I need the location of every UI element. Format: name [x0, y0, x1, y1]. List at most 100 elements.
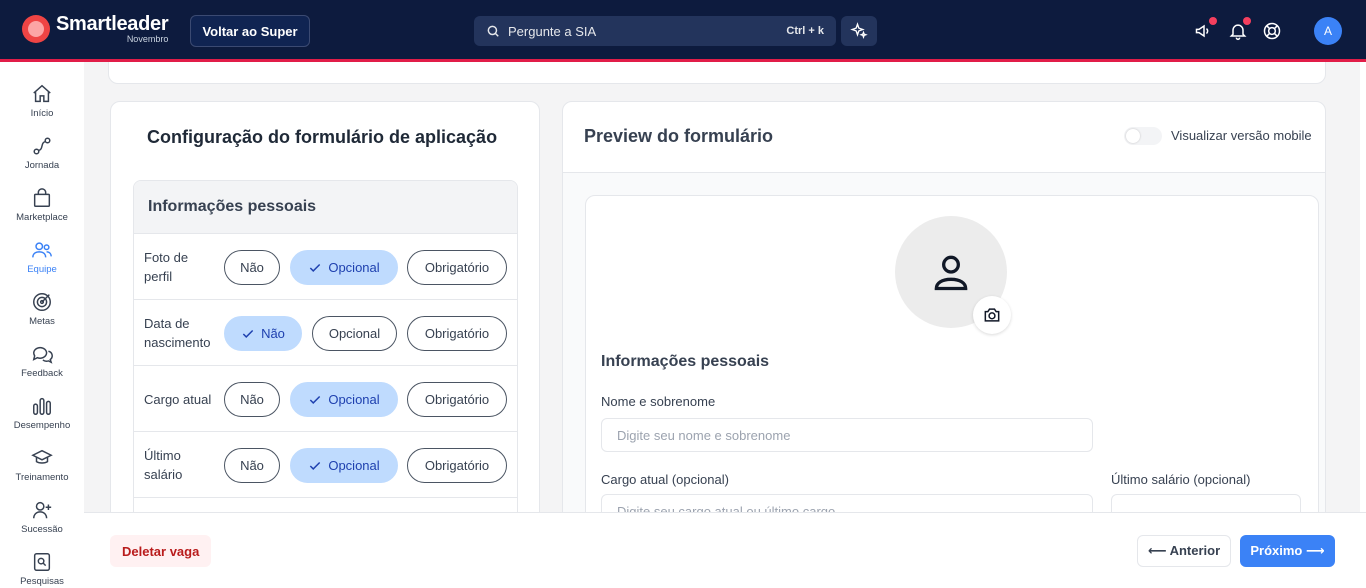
team-icon: [30, 238, 54, 262]
sidebar-item-label: Metas: [29, 316, 55, 327]
help-button[interactable]: [1260, 19, 1284, 43]
field-label: Foto de perfil: [144, 250, 189, 284]
search-placeholder: Pergunte a SIA: [508, 23, 597, 39]
option-nao-button[interactable]: Não: [224, 448, 280, 483]
form-preview-panel: Preview do formulário Visualizar versão …: [562, 101, 1326, 512]
sidebar-item-label: Sucessão: [21, 524, 63, 535]
salary-label: Último salário (opcional): [1111, 472, 1251, 487]
field-label: Cargo atual: [144, 391, 212, 407]
option-opcional-button[interactable]: Opcional: [290, 448, 398, 483]
camera-icon: [984, 308, 1000, 322]
graduation-cap-icon: [30, 446, 54, 470]
brand-subtitle: Novembro: [126, 34, 169, 44]
user-icon: [934, 255, 968, 291]
check-icon: [308, 459, 322, 473]
field-label: Último salário: [144, 448, 183, 482]
footer-actions: Deletar vaga ⟵ Anterior Próximo ⟶: [84, 512, 1366, 588]
option-opcional-button[interactable]: Opcional: [290, 382, 398, 417]
sidebar-item-label: Feedback: [21, 368, 63, 379]
check-icon: [308, 393, 322, 407]
option-obrigatorio-button[interactable]: Obrigatório: [407, 316, 507, 351]
sidebar-item-sucessao[interactable]: Sucessão: [0, 498, 84, 550]
sidebar-item-label: Treinamento: [15, 472, 69, 483]
brand-logo[interactable]: Smartleader Novembro: [22, 13, 169, 44]
field-row-cargo: Cargo atual Não Opcional Obrigatório: [134, 366, 517, 432]
sidebar-item-label: Equipe: [27, 264, 57, 275]
job-label: Cargo atual (opcional): [601, 472, 729, 487]
sidebar-item-pesquisas[interactable]: Pesquisas: [0, 550, 84, 588]
config-title: Configuração do formulário de aplicação: [147, 127, 498, 147]
personal-info-section: Informações pessoais Foto de perfil Não …: [133, 180, 518, 512]
sidebar-item-marketplace[interactable]: Marketplace: [0, 186, 84, 238]
help-lifebuoy-icon: [1263, 22, 1281, 40]
bar-chart-icon: [30, 394, 54, 418]
mobile-preview-toggle[interactable]: [1124, 127, 1162, 145]
option-nao-button[interactable]: Não: [224, 316, 302, 351]
option-nao-button[interactable]: Não: [224, 382, 280, 417]
preview-form-card: Informações pessoais Nome e sobrenome Di…: [585, 195, 1319, 512]
check-icon: [241, 327, 255, 341]
user-avatar[interactable]: A: [1314, 17, 1342, 45]
route-icon: [30, 134, 54, 158]
preview-title: Preview do formulário: [584, 126, 774, 146]
upload-photo-button[interactable]: [973, 296, 1011, 334]
delete-job-button[interactable]: Deletar vaga: [110, 535, 212, 567]
sidebar-item-label: Jornada: [24, 160, 60, 171]
ai-sparkle-button[interactable]: [841, 16, 877, 46]
field-row-salario: Último salário Não Opcional Obrigatório: [134, 432, 517, 498]
shopping-bag-icon: [30, 186, 54, 210]
option-obrigatorio-button[interactable]: Obrigatório: [407, 448, 507, 483]
sidebar-item-equipe[interactable]: Equipe: [0, 238, 84, 290]
main-content: Configuração do formulário de aplicação …: [84, 62, 1366, 512]
user-plus-icon: [30, 498, 54, 522]
sidebar-item-jornada[interactable]: Jornada: [0, 134, 84, 186]
sidebar-item-desempenho[interactable]: Desempenho: [0, 394, 84, 446]
sidebar-item-treinamento[interactable]: Treinamento: [0, 446, 84, 498]
option-opcional-button[interactable]: Opcional: [290, 250, 398, 285]
sparkle-icon: [850, 22, 868, 39]
notification-dot: [1243, 17, 1251, 25]
job-input[interactable]: Digite seu cargo atual ou último cargo: [601, 494, 1093, 512]
notifications-button[interactable]: [1226, 17, 1251, 43]
sidebar-item-label: Pesquisas: [20, 576, 64, 587]
top-navbar: Smartleader Novembro Voltar ao Super Per…: [0, 0, 1366, 60]
brand-name: Smartleader: [56, 13, 169, 35]
sidebar: Início Jornada Marketplace Equipe Metas …: [0, 62, 84, 588]
preview-canvas: Informações pessoais Nome e sobrenome Di…: [563, 173, 1325, 512]
announcements-button[interactable]: [1192, 17, 1217, 43]
option-opcional-button[interactable]: Opcional: [312, 316, 397, 351]
sidebar-item-label: Desempenho: [13, 420, 71, 431]
salary-input[interactable]: [1111, 494, 1301, 512]
home-icon: [30, 82, 54, 106]
check-icon: [308, 261, 322, 275]
fox-logo-icon: [22, 15, 50, 43]
notification-dot: [1209, 17, 1217, 25]
back-to-super-button[interactable]: Voltar ao Super: [190, 15, 310, 47]
sidebar-item-feedback[interactable]: Feedback: [0, 342, 84, 394]
name-label: Nome e sobrenome: [601, 394, 716, 409]
sidebar-item-inicio[interactable]: Início: [0, 82, 84, 134]
scroll-gutter: [1360, 62, 1366, 512]
sidebar-item-label: Início: [30, 108, 54, 119]
field-label: Data de nascimento: [144, 316, 211, 350]
search-shortcut: Ctrl + k: [786, 25, 824, 37]
section-header: Informações pessoais: [134, 181, 517, 234]
next-button[interactable]: Próximo ⟶: [1240, 535, 1335, 567]
sidebar-item-metas[interactable]: Metas: [0, 290, 84, 342]
search-input[interactable]: Pergunte a SIA Ctrl + k: [474, 16, 836, 46]
form-config-panel: Configuração do formulário de aplicação …: [110, 101, 540, 512]
search-icon: [487, 25, 499, 37]
field-row-foto: Foto de perfil Não Opcional Obrigatório: [134, 234, 517, 300]
sidebar-item-label: Marketplace: [16, 212, 68, 223]
field-row-nascimento: Data de nascimento Não Opcional Obrigató…: [134, 300, 517, 366]
previous-button[interactable]: ⟵ Anterior: [1137, 535, 1231, 567]
option-nao-button[interactable]: Não: [224, 250, 280, 285]
chat-icon: [30, 342, 54, 366]
name-input[interactable]: Digite seu nome e sobrenome: [601, 418, 1093, 452]
previous-card: [108, 62, 1326, 84]
mobile-toggle-label: Visualizar versão mobile: [1171, 128, 1312, 143]
option-obrigatorio-button[interactable]: Obrigatório: [407, 382, 507, 417]
search-document-icon: [30, 550, 54, 574]
target-icon: [30, 290, 54, 314]
option-obrigatorio-button[interactable]: Obrigatório: [407, 250, 507, 285]
